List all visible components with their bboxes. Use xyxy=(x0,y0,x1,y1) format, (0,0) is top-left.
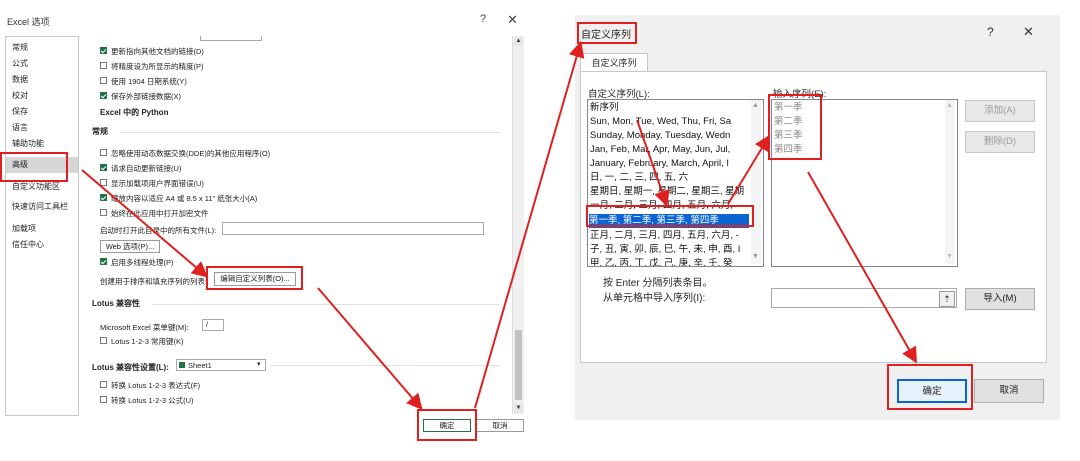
annotation-arrows xyxy=(81,41,917,411)
arrow-down-to-selection xyxy=(636,119,670,207)
arrow-ok-to-dialog xyxy=(474,41,585,409)
arrow-edit-to-ok xyxy=(317,287,423,411)
arrow-advanced-to-edit xyxy=(81,169,209,278)
arrow-entries-to-ok xyxy=(807,171,917,364)
arrow-selection-to-entries xyxy=(727,134,771,205)
